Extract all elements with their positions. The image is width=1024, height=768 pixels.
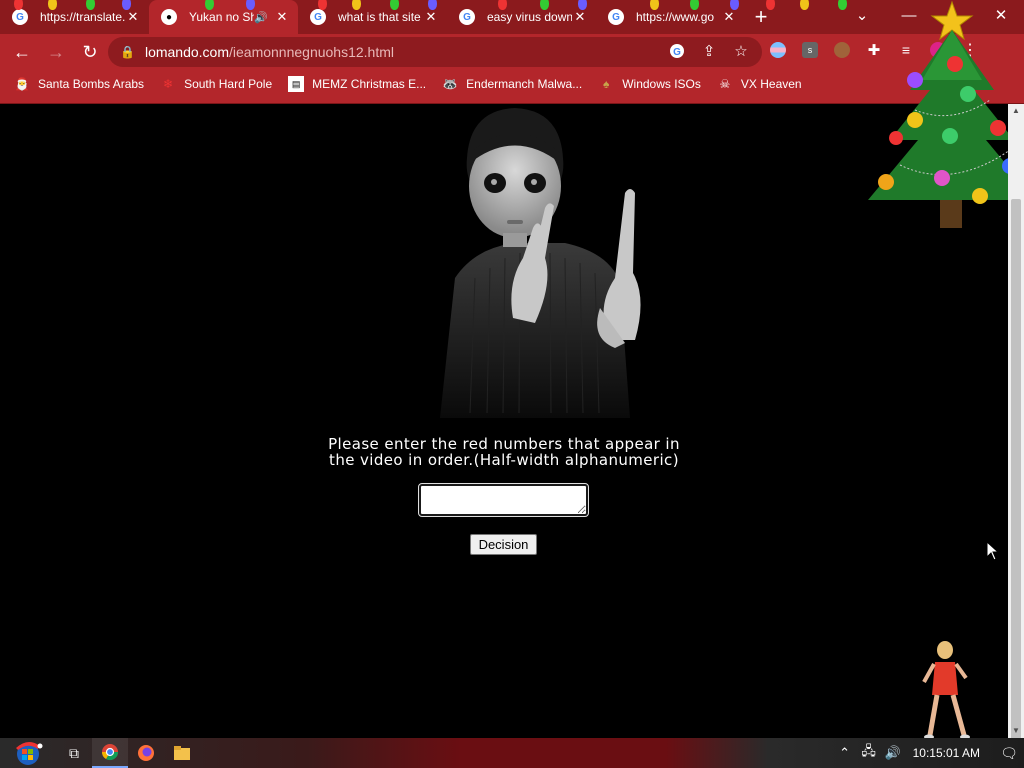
snowflake-icon: ❄	[163, 77, 174, 91]
decision-button[interactable]: Decision	[470, 534, 537, 555]
browser-window: G https://translate. ✕ ● Yukan no Sh 🔊 ✕…	[0, 0, 1024, 768]
flag-extension-icon[interactable]	[770, 42, 786, 58]
page-content: Please enter the red numbers that appear…	[0, 0, 1024, 740]
bookmark-windows-isos[interactable]: ♠ Windows ISOs	[598, 76, 701, 92]
tab-title: what is that site	[338, 10, 421, 24]
google-icon: G	[310, 9, 326, 25]
scrollbar-thumb[interactable]	[1011, 199, 1021, 759]
bookmark-label: Endermanch Malwa...	[466, 77, 583, 91]
answer-input[interactable]	[418, 483, 589, 517]
google-icon: G	[608, 9, 624, 25]
ghost-child-image	[440, 108, 641, 418]
chrome-taskbar-icon[interactable]	[92, 738, 128, 768]
tab-title: https://www.go	[636, 10, 715, 24]
reload-button[interactable]: ↻	[74, 36, 106, 68]
firefox-taskbar-icon[interactable]	[128, 738, 164, 768]
scroll-down-arrow-icon[interactable]: ▼	[1011, 726, 1021, 736]
bookmark-label: Windows ISOs	[622, 77, 701, 91]
bookmark-star-icon[interactable]: ☆	[732, 42, 750, 60]
tab-title: https://translate.	[40, 10, 125, 24]
lock-icon[interactable]: 🔒	[120, 45, 135, 59]
bookmark-label: South Hard Pole	[184, 77, 273, 91]
instruction-line-2: the video in order.(Half-width alphanume…	[329, 451, 679, 469]
raccoon-icon: 🦝	[442, 77, 458, 91]
svg-text:G: G	[673, 47, 681, 58]
share-icon[interactable]: ⇪	[700, 42, 718, 60]
tab-title: easy virus down	[487, 10, 572, 24]
tab-close-icon[interactable]: ✕	[572, 9, 588, 25]
url-path: /ieamonnnegnuohs12.html	[229, 44, 395, 60]
system-tray: ⌃ 🖧 🔊 10:15:01 AM 🗨	[833, 738, 1024, 768]
google-translate-icon: G	[12, 9, 28, 25]
volume-icon[interactable]: 🔊	[881, 745, 905, 761]
christmas-lights-decoration	[0, 0, 860, 10]
tab-title: Yukan no Sh	[189, 10, 254, 24]
address-bar[interactable]: 🔒 lomando.com/ieamonnnegnuohs12.html G ⇪…	[108, 37, 762, 67]
bookmark-endermanch-malware[interactable]: 🦝 Endermanch Malwa...	[442, 76, 583, 92]
bookmark-south-hard-pole[interactable]: ❄ South Hard Pole	[160, 76, 272, 92]
panda-icon: ●	[161, 9, 177, 25]
back-button[interactable]: ←	[6, 36, 38, 68]
dancing-figure-decoration	[922, 641, 970, 740]
start-button[interactable]	[0, 738, 56, 768]
gnome-icon: ♠	[603, 77, 610, 91]
bookmark-santa-bombs-arabs[interactable]: 🎅 Santa Bombs Arabs	[14, 76, 145, 92]
santa-icon: 🎅	[14, 77, 30, 91]
scroll-up-arrow-icon[interactable]: ▲	[1011, 106, 1021, 116]
speaker-icon[interactable]: 🔊	[254, 11, 268, 24]
url-text[interactable]: lomando.com/ieamonnnegnuohs12.html	[145, 44, 394, 60]
tab-close-icon[interactable]: ✕	[423, 9, 439, 25]
page-icon: ▤	[288, 76, 305, 92]
forward-button[interactable]: →	[40, 36, 72, 68]
windows-taskbar: ⧉ ⌃ 🖧 🔊 10:15:01 AM 🗨	[0, 738, 1024, 768]
google-icon: G	[459, 9, 475, 25]
tab-close-icon[interactable]: ✕	[721, 9, 737, 25]
bookmark-label: MEMZ Christmas E...	[312, 77, 427, 91]
avatar-extension-icon[interactable]	[834, 42, 850, 58]
instruction-line-1: Please enter the red numbers that appear…	[328, 435, 680, 453]
network-icon[interactable]: 🖧	[857, 742, 881, 764]
google-lens-icon[interactable]: G	[668, 42, 686, 60]
skull-icon: ☠	[719, 77, 731, 91]
christmas-tree-decoration	[868, 0, 1024, 228]
bookmark-label: Santa Bombs Arabs	[38, 77, 145, 91]
tab-close-icon[interactable]: ✕	[125, 9, 141, 25]
url-host: lomando.com	[144, 44, 229, 60]
bookmark-vx-heaven[interactable]: ☠ VX Heaven	[717, 76, 802, 92]
task-view-icon[interactable]: ⧉	[56, 738, 92, 768]
mouse-cursor-icon	[986, 541, 1000, 561]
taskbar-clock[interactable]: 10:15:01 AM	[913, 746, 980, 760]
file-explorer-taskbar-icon[interactable]	[164, 738, 200, 768]
show-hidden-icons-icon[interactable]: ⌃	[833, 745, 857, 761]
page-scrollbar[interactable]: ▲ ▼	[1008, 104, 1024, 759]
tab-close-icon[interactable]: ✕	[274, 9, 290, 25]
bookmark-label: VX Heaven	[740, 77, 802, 91]
bookmark-memz-christmas[interactable]: ▤ MEMZ Christmas E...	[288, 76, 426, 92]
s-extension-icon[interactable]: s	[802, 42, 818, 58]
instruction-text: Please enter the red numbers that appear…	[304, 436, 704, 468]
notification-center-icon[interactable]: 🗨	[994, 745, 1024, 762]
windows-santa-start-icon	[16, 741, 43, 765]
